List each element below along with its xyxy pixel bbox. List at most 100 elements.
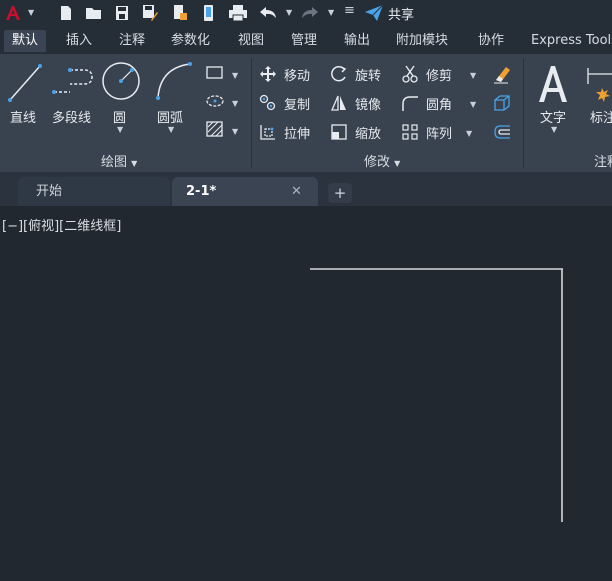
- tab-default[interactable]: 默认: [4, 30, 47, 52]
- tab-insert[interactable]: 插入: [58, 30, 100, 52]
- annotation-panel-title[interactable]: 注释: [594, 151, 612, 170]
- draw-panel-expand-icon: ▼: [131, 159, 138, 168]
- save-web-button[interactable]: [198, 3, 218, 23]
- undo-icon: [260, 7, 276, 18]
- move-button[interactable]: 移动: [259, 64, 325, 84]
- tab-collaborate[interactable]: 协作: [470, 30, 512, 52]
- drawing-tab-label: 2-1*: [186, 184, 217, 199]
- ellipse-dropdown-icon[interactable]: ▼: [232, 99, 238, 108]
- add-tab-button[interactable]: +: [328, 183, 352, 203]
- app-menu-chevron-icon[interactable]: ▼: [28, 8, 34, 17]
- copy-icon: [259, 94, 276, 111]
- hatch-button[interactable]: [205, 120, 225, 138]
- dimension-label[interactable]: 标注: [590, 107, 612, 126]
- scale-button[interactable]: 缩放: [330, 122, 392, 142]
- trim-dropdown-icon[interactable]: ▼: [470, 71, 476, 80]
- dimension-button[interactable]: [584, 64, 612, 104]
- customize-qat-icon[interactable]: ≡: [344, 3, 355, 18]
- mirror-label: 镜像: [355, 98, 382, 113]
- tab-express-tools[interactable]: Express Tools: [523, 30, 612, 52]
- save-button[interactable]: [112, 3, 132, 23]
- ellipse-button[interactable]: [205, 92, 225, 110]
- explode-icon: [494, 95, 510, 111]
- circle-dropdown-icon[interactable]: ▼: [117, 125, 123, 134]
- offset-button[interactable]: [492, 122, 512, 142]
- array-icon: [402, 124, 418, 140]
- web-file-icon: [174, 5, 187, 20]
- tab-output[interactable]: 输出: [336, 30, 378, 52]
- tab-parametric[interactable]: 参数化: [163, 30, 218, 52]
- stretch-label: 拉伸: [284, 127, 311, 142]
- arc-dropdown-icon[interactable]: ▼: [168, 125, 174, 134]
- save-as-button[interactable]: [140, 3, 160, 23]
- trim-label: 修剪: [426, 69, 453, 84]
- tab-drawing-2-1[interactable]: 2-1* ✕: [172, 177, 318, 206]
- modify-panel-title[interactable]: 修改 ▼: [364, 151, 400, 170]
- array-dropdown-icon[interactable]: ▼: [466, 129, 472, 138]
- panel-divider: [251, 58, 252, 168]
- share-label[interactable]: 共享: [388, 4, 414, 23]
- ribbon-panel-area: 直线 多段线 圆 ▼ 圆弧 ▼ ▼ ▼ ▼ 绘图 ▼ 移动 旋转 修剪 ▼ 复制…: [0, 54, 612, 173]
- fillet-dropdown-icon[interactable]: ▼: [470, 100, 476, 109]
- tab-start-label: 开始: [36, 184, 63, 199]
- polyline-label[interactable]: 多段线: [52, 107, 91, 126]
- stretch-icon: [260, 125, 275, 140]
- hatch-icon: [206, 121, 223, 137]
- polyline-icon: [52, 68, 93, 94]
- close-tab-icon[interactable]: ✕: [291, 177, 302, 206]
- text-label[interactable]: 文字: [540, 107, 566, 126]
- new-file-button[interactable]: [56, 3, 76, 23]
- stretch-button[interactable]: 拉伸: [259, 122, 325, 142]
- draw-panel-title-text: 绘图: [101, 155, 128, 170]
- tab-start[interactable]: 开始: [18, 177, 170, 206]
- move-icon: [260, 66, 276, 82]
- rotate-button[interactable]: 旋转: [330, 64, 392, 84]
- text-button[interactable]: [533, 60, 573, 106]
- drawing-geometry: [310, 268, 563, 522]
- app-menu-button[interactable]: [2, 3, 24, 23]
- rotate-label: 旋转: [355, 69, 382, 84]
- rectangle-dropdown-icon[interactable]: ▼: [232, 71, 238, 80]
- tab-view[interactable]: 视图: [230, 30, 272, 52]
- circle-label[interactable]: 圆: [113, 107, 126, 126]
- line-icon: [8, 64, 42, 102]
- tab-addons[interactable]: 附加模块: [388, 30, 456, 52]
- line-label[interactable]: 直线: [10, 107, 36, 126]
- open-file-button[interactable]: [84, 3, 104, 23]
- redo-icon: [302, 7, 318, 18]
- fillet-button[interactable]: 圆角: [401, 93, 463, 113]
- fillet-label: 圆角: [426, 98, 453, 113]
- arc-label[interactable]: 圆弧: [157, 107, 183, 126]
- explode-button[interactable]: [492, 93, 512, 113]
- folder-icon: [86, 8, 101, 19]
- undo-dropdown-icon[interactable]: ▼: [286, 8, 292, 17]
- drawing-canvas[interactable]: [−][俯视][二维线框]: [0, 206, 612, 581]
- erase-button[interactable]: [492, 64, 512, 84]
- mirror-button[interactable]: 镜像: [330, 93, 392, 113]
- send-plane-icon: [365, 4, 384, 21]
- trim-button[interactable]: 修剪: [401, 64, 463, 84]
- copy-button[interactable]: 复制: [259, 93, 325, 113]
- hatch-dropdown-icon[interactable]: ▼: [232, 127, 238, 136]
- undo-button[interactable]: [258, 3, 278, 23]
- rectangle-button[interactable]: [205, 64, 225, 82]
- polyline-button[interactable]: [50, 60, 96, 106]
- scissors-icon: [402, 65, 418, 83]
- open-web-button[interactable]: [170, 3, 190, 23]
- arc-button[interactable]: [152, 60, 194, 102]
- tab-manage[interactable]: 管理: [283, 30, 325, 52]
- redo-button[interactable]: [300, 3, 320, 23]
- panel-divider: [523, 58, 524, 168]
- modify-panel-title-text: 修改: [364, 155, 391, 170]
- share-button[interactable]: [364, 3, 384, 23]
- text-dropdown-icon[interactable]: ▼: [551, 125, 557, 134]
- draw-panel-title[interactable]: 绘图 ▼: [101, 151, 137, 170]
- tab-annotate[interactable]: 注释: [111, 30, 153, 52]
- scale-label: 缩放: [355, 127, 382, 142]
- circle-button[interactable]: [100, 60, 142, 102]
- scale-icon: [331, 124, 347, 140]
- array-button[interactable]: 阵列: [401, 122, 463, 142]
- plot-button[interactable]: [228, 3, 248, 23]
- redo-dropdown-icon[interactable]: ▼: [328, 8, 334, 17]
- line-button[interactable]: [4, 60, 44, 106]
